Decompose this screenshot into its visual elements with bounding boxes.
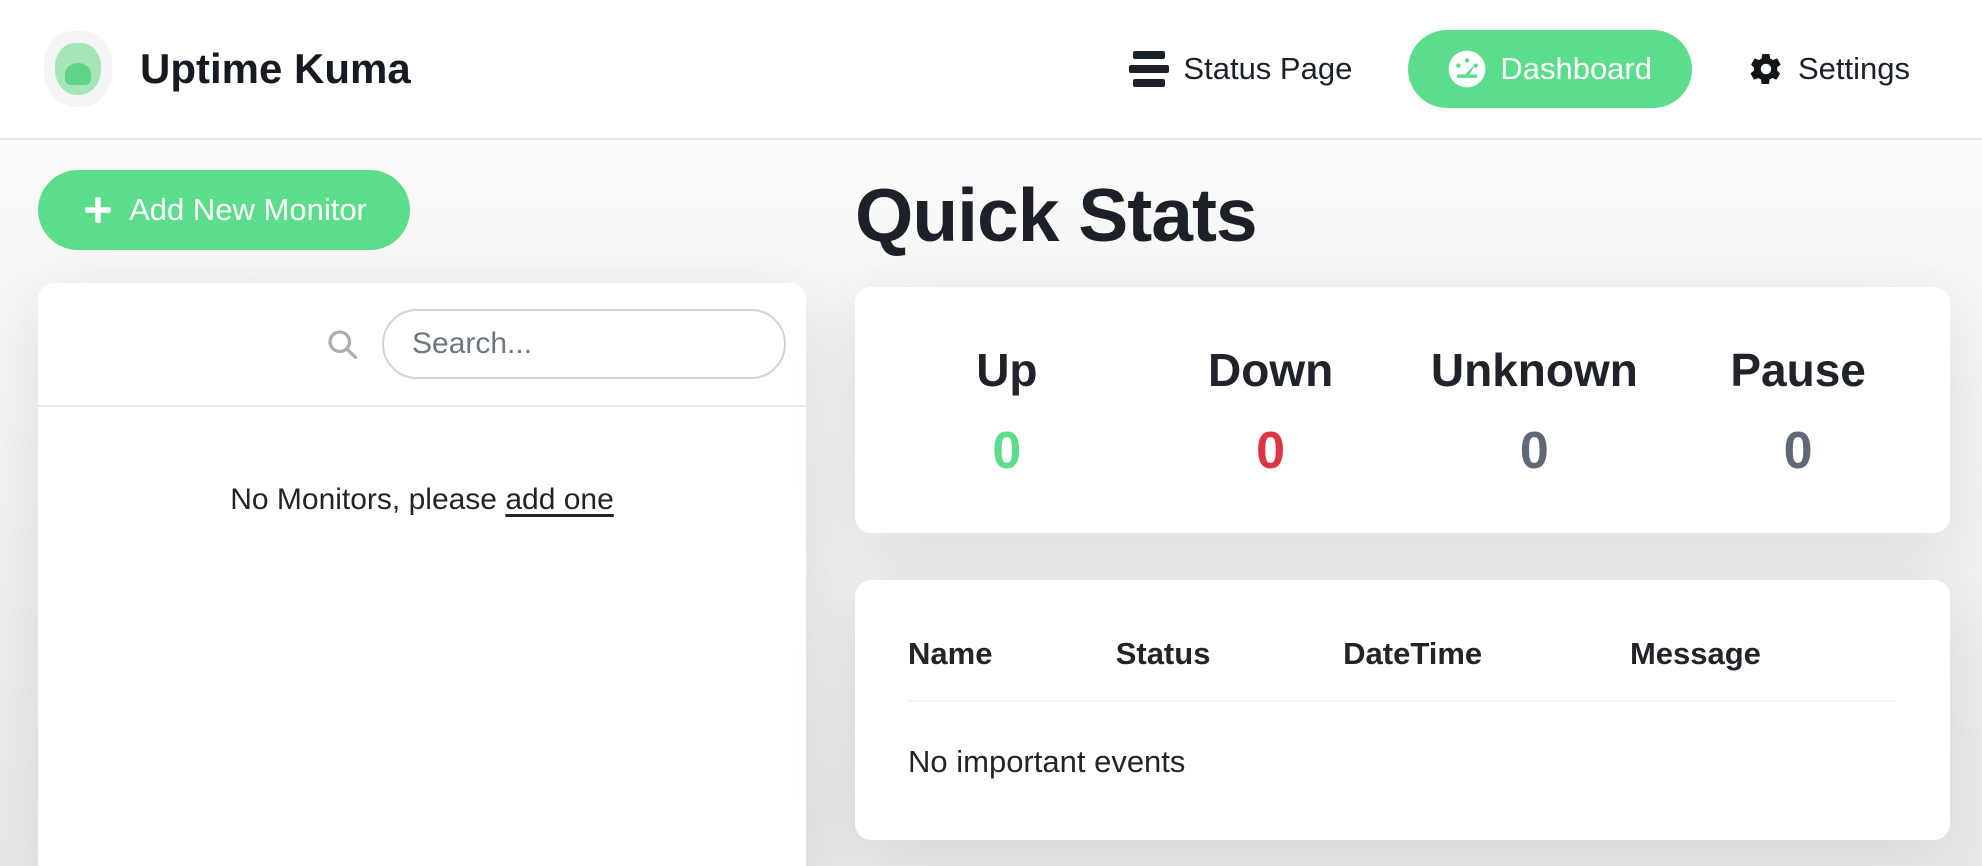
stat-unknown-value: 0	[1403, 425, 1667, 477]
stream-icon	[1129, 51, 1169, 87]
uptime-kuma-logo-icon	[44, 31, 112, 107]
tachometer-icon	[1448, 50, 1486, 88]
stat-pause: Pause 0	[1666, 343, 1930, 476]
app-title: Uptime Kuma	[140, 45, 411, 93]
add-new-monitor-label: Add New Monitor	[129, 192, 367, 228]
events-table-header: Name Status DateTime Message	[908, 636, 1897, 702]
add-one-link[interactable]: add one	[505, 483, 613, 516]
no-monitors-message: No Monitors, please add one	[38, 483, 806, 517]
dashboard-button[interactable]: Dashboard	[1408, 30, 1692, 108]
stat-pause-label: Pause	[1666, 343, 1930, 398]
home-link[interactable]: Uptime Kuma	[44, 0, 411, 138]
stat-up-value: 0	[875, 425, 1139, 477]
navbar-menu: Status Page Dashboard Settings	[1129, 0, 1910, 138]
gear-icon	[1748, 51, 1784, 87]
top-navbar: Uptime Kuma Status Page Dashboard	[0, 0, 1982, 140]
stat-pause-value: 0	[1666, 425, 1930, 477]
stat-down: Down 0	[1139, 343, 1403, 476]
quick-stats-card: Up 0 Down 0 Unknown 0 Pause 0	[855, 287, 1950, 533]
status-page-label: Status Page	[1183, 51, 1352, 87]
stat-unknown: Unknown 0	[1403, 343, 1667, 476]
events-col-datetime: DateTime	[1343, 636, 1630, 672]
stat-unknown-label: Unknown	[1403, 343, 1667, 398]
no-monitors-text: No Monitors, please	[230, 483, 497, 516]
page-title: Quick Stats	[855, 172, 1257, 258]
status-page-link[interactable]: Status Page	[1129, 51, 1352, 87]
monitor-list-panel: No Monitors, please add one	[38, 283, 806, 866]
stat-up-label: Up	[875, 343, 1139, 398]
add-new-monitor-button[interactable]: Add New Monitor	[38, 170, 410, 250]
events-col-message: Message	[1630, 636, 1897, 672]
stat-up: Up 0	[875, 343, 1139, 476]
events-col-name: Name	[908, 636, 1116, 672]
search-input[interactable]	[382, 309, 786, 379]
dashboard-label: Dashboard	[1500, 51, 1652, 87]
stat-down-value: 0	[1139, 425, 1403, 477]
search-icon	[324, 326, 360, 362]
plus-icon	[81, 193, 115, 227]
monitor-search-row	[38, 283, 806, 407]
events-col-status: Status	[1116, 636, 1343, 672]
settings-link[interactable]: Settings	[1748, 51, 1910, 87]
uptime-kuma-dashboard-page: Uptime Kuma Status Page Dashboard	[0, 0, 1982, 866]
stat-down-label: Down	[1139, 343, 1403, 398]
settings-label: Settings	[1798, 51, 1910, 87]
important-events-card: Name Status DateTime Message No importan…	[855, 580, 1950, 840]
no-events-message: No important events	[908, 702, 1897, 780]
